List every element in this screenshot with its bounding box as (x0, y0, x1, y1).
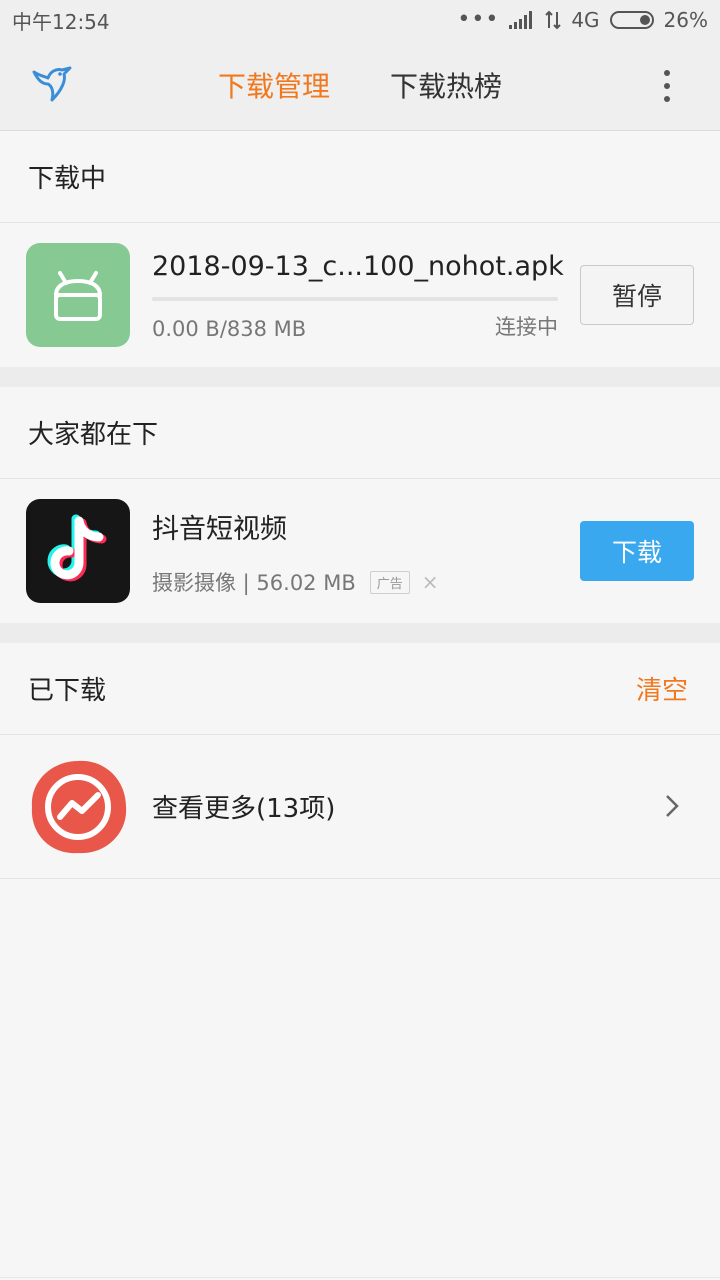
tiktok-app-icon (26, 499, 130, 603)
section-title: 已下载 (28, 676, 107, 706)
tab-download-manager[interactable]: 下载管理 (218, 65, 330, 105)
battery-icon (609, 11, 654, 29)
section-title: 下载中 (28, 164, 107, 194)
divider (0, 1277, 720, 1278)
battery-percent: 26% (663, 8, 708, 32)
download-status: 连接中 (495, 315, 558, 339)
download-progress-bar (152, 297, 558, 301)
network-type: 4G (571, 8, 600, 32)
download-item[interactable]: 2018-09-13_c...100_nohot.apk 0.00 B/838 … (0, 223, 720, 367)
app-name: 抖音短视频 (152, 514, 287, 545)
view-more-label: 查看更多(13项) (152, 794, 336, 824)
tab-download-ranking[interactable]: 下载热榜 (390, 65, 502, 105)
section-header-downloaded: 已下载 清空 (0, 643, 720, 735)
app-meta: 摄影摄像 | 56.02 MB 广告 × (152, 567, 439, 597)
stock-chart-icon (26, 755, 130, 859)
tab-bar: 下载管理 下载热榜 (0, 40, 720, 130)
android-app-icon (26, 243, 130, 347)
chevron-right-icon (666, 795, 679, 817)
recommended-app-item[interactable]: 抖音短视频 摄影摄像 | 56.02 MB 广告 × 下载 (0, 479, 720, 623)
section-divider (0, 367, 720, 387)
more-vertical-icon[interactable] (654, 68, 680, 104)
close-icon[interactable]: × (422, 570, 439, 594)
more-dots-icon: ••• (457, 7, 500, 32)
download-size: 0.00 B/838 MB (152, 317, 307, 341)
clear-button[interactable]: 清空 (636, 670, 688, 707)
download-button[interactable]: 下载 (580, 521, 694, 581)
view-more-item[interactable]: 查看更多(13项) (0, 735, 720, 879)
ad-badge: 广告 (369, 570, 410, 594)
app-bar: 下载管理 下载热榜 (0, 40, 720, 131)
status-bar: 中午12:54 ••• 4G 26% (0, 0, 720, 40)
section-divider (0, 623, 720, 643)
pause-button[interactable]: 暂停 (580, 265, 694, 325)
download-filename: 2018-09-13_c...100_nohot.apk (152, 251, 564, 282)
section-header-downloading: 下载中 (0, 131, 720, 223)
signal-icon (509, 11, 533, 29)
section-header-popular: 大家都在下 (0, 387, 720, 479)
status-time: 中午12:54 (12, 9, 110, 34)
download-info: 2018-09-13_c...100_nohot.apk 0.00 B/838 … (152, 243, 564, 347)
app-category-size: 摄影摄像 | 56.02 MB (152, 571, 356, 595)
status-icons: ••• 4G 26% (457, 8, 708, 32)
data-arrows-icon (545, 10, 562, 30)
section-title: 大家都在下 (28, 420, 159, 450)
